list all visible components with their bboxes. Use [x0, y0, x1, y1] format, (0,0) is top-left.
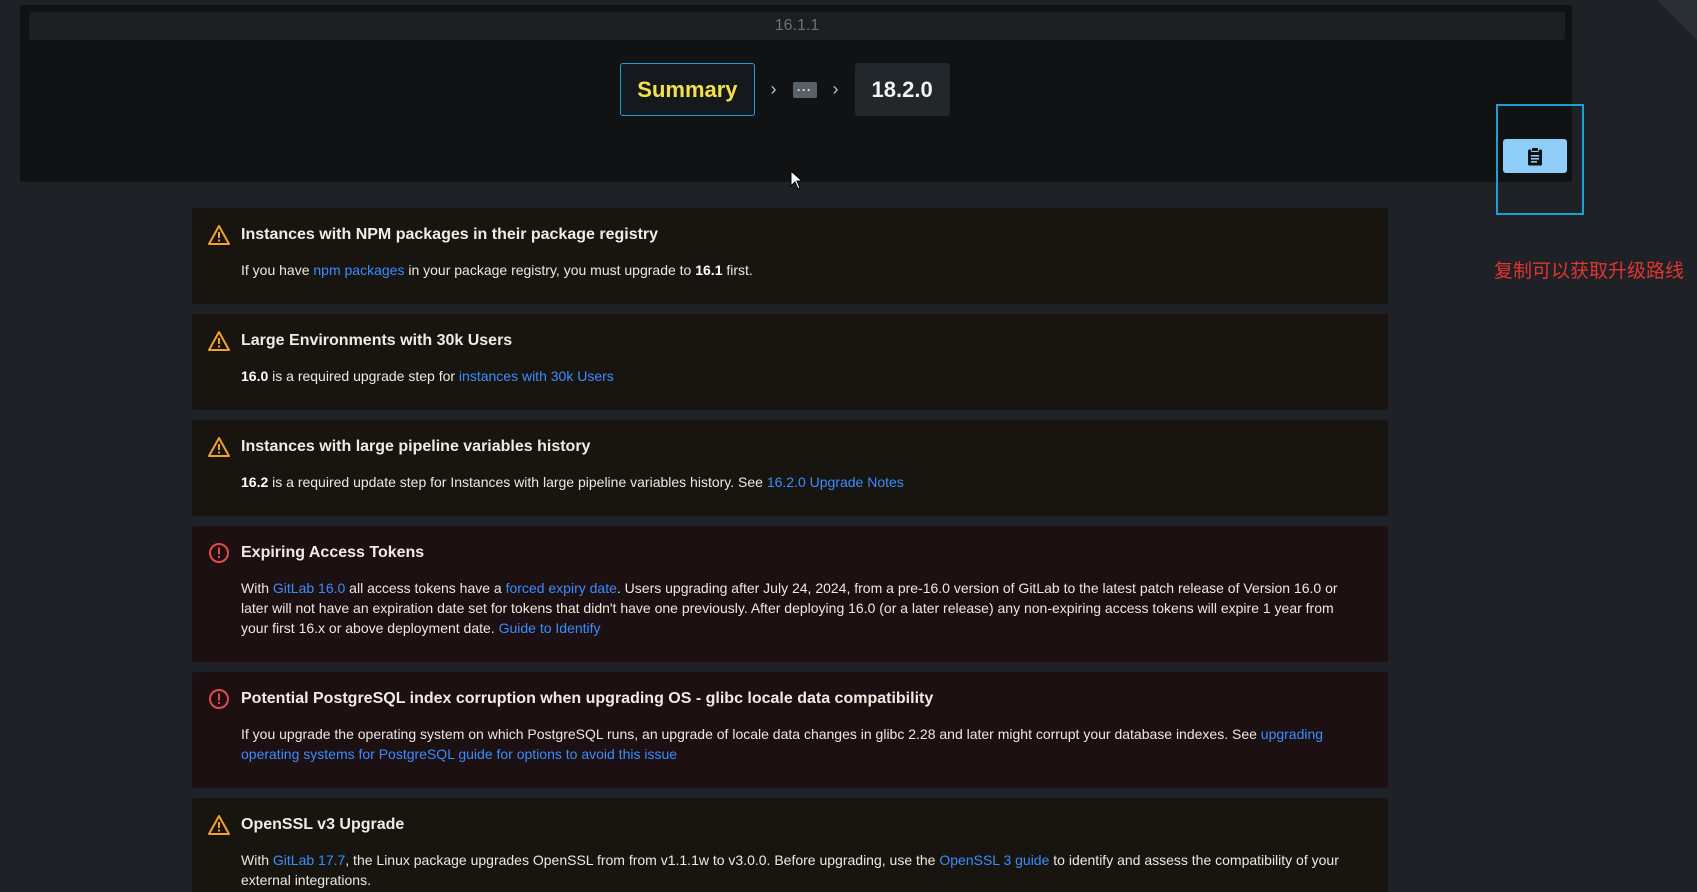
notice-card: OpenSSL v3 Upgrade With GitLab 17.7, the… [192, 798, 1388, 892]
notice-card: Large Environments with 30k Users 16.0 i… [192, 314, 1388, 410]
notice-body: 16.2 is a required update step for Insta… [241, 474, 904, 490]
upgrade-notes-link[interactable]: 16.2.0 Upgrade Notes [767, 474, 904, 490]
notice-card: Expiring Access Tokens With GitLab 16.0 … [192, 526, 1388, 662]
error-circle-icon [209, 543, 229, 563]
notice-card: Potential PostgreSQL index corruption wh… [192, 672, 1388, 788]
copy-path-button[interactable] [1503, 139, 1567, 173]
summary-button[interactable]: Summary [620, 63, 755, 116]
mouse-cursor-icon [790, 170, 804, 190]
notice-title: OpenSSL v3 Upgrade [241, 816, 405, 833]
gitlab-16-0-link[interactable]: GitLab 16.0 [273, 580, 345, 596]
notice-body: If you upgrade the operating system on w… [241, 726, 1324, 762]
target-version-button[interactable]: 18.2.0 [854, 63, 950, 116]
current-version-bar: 16.1.1 [29, 12, 1565, 40]
notice-title: Expiring Access Tokens [241, 544, 425, 561]
gitlab-17-7-link[interactable]: GitLab 17.7 [273, 852, 345, 868]
notice-card: Instances with NPM packages in their pac… [192, 208, 1388, 304]
notice-body: If you have npm packages in your package… [241, 262, 753, 278]
warning-icon [208, 815, 230, 835]
warning-icon [208, 225, 230, 245]
error-circle-icon [209, 689, 229, 709]
corner-decoration [1657, 0, 1697, 40]
notice-body: 16.0 is a required upgrade step for inst… [241, 368, 614, 384]
chevron-right-icon: › [832, 79, 839, 99]
guide-to-identify-link[interactable]: Guide to Identify [499, 620, 601, 636]
notice-title: Instances with large pipeline variables … [241, 438, 591, 455]
notice-title: Instances with NPM packages in their pac… [241, 226, 659, 243]
notice-title: Large Environments with 30k Users [241, 332, 513, 349]
forced-expiry-date-link[interactable]: forced expiry date [506, 580, 617, 596]
notice-body: With GitLab 17.7, the Linux package upgr… [241, 852, 1339, 888]
openssl-3-guide-link[interactable]: OpenSSL 3 guide [939, 852, 1049, 868]
copy-highlight-frame [1496, 104, 1584, 215]
notice-body: With GitLab 16.0 all access tokens have … [241, 580, 1338, 636]
upgrade-path-header: 16.1.1 Summary › ··· › 18.2.0 [20, 5, 1572, 182]
warning-icon [208, 437, 230, 457]
copy-hint-text: 复制可以获取升级路线 [1494, 260, 1685, 282]
chevron-right-icon: › [770, 79, 777, 99]
instances-30k-users-link[interactable]: instances with 30k Users [459, 368, 614, 384]
notice-card: Instances with large pipeline variables … [192, 420, 1388, 516]
warning-icon [208, 331, 230, 351]
npm-packages-link[interactable]: npm packages [313, 262, 404, 278]
notice-title: Potential PostgreSQL index corruption wh… [241, 690, 934, 707]
current-version: 16.1.1 [774, 17, 820, 34]
clipboard-icon [1528, 146, 1542, 165]
upgrade-path: Summary › ··· › 18.2.0 [20, 63, 1572, 116]
collapsed-steps-button[interactable]: ··· [792, 81, 817, 98]
